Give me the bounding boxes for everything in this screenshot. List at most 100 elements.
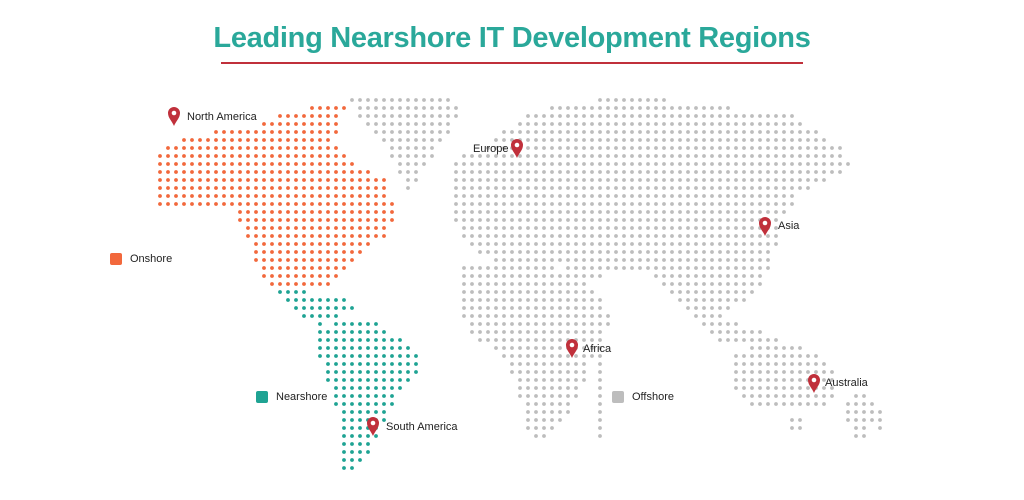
- onshore-dot: [294, 242, 298, 246]
- onshore-dot: [278, 218, 282, 222]
- offshore-dot: [566, 290, 570, 294]
- onshore-dot: [326, 282, 330, 286]
- offshore-dot: [534, 370, 538, 374]
- offshore-dot: [494, 210, 498, 214]
- offshore-dot: [726, 282, 730, 286]
- offshore-dot: [502, 298, 506, 302]
- offshore-dot: [702, 170, 706, 174]
- offshore-dot: [670, 282, 674, 286]
- offshore-dot: [526, 362, 530, 366]
- onshore-dot: [238, 218, 242, 222]
- nearshore-dot: [326, 346, 330, 350]
- offshore-dot: [878, 418, 882, 422]
- offshore-dot: [614, 138, 618, 142]
- offshore-dot: [526, 122, 530, 126]
- offshore-dot: [622, 146, 626, 150]
- offshore-dot: [718, 330, 722, 334]
- offshore-dot: [662, 98, 666, 102]
- offshore-dot: [702, 266, 706, 270]
- nearshore-dot: [334, 298, 338, 302]
- offshore-dot: [550, 138, 554, 142]
- offshore-dot: [558, 370, 562, 374]
- offshore-dot: [478, 314, 482, 318]
- nearshore-dot: [374, 394, 378, 398]
- onshore-dot: [318, 178, 322, 182]
- offshore-dot: [574, 298, 578, 302]
- offshore-dot: [502, 186, 506, 190]
- offshore-dot: [694, 314, 698, 318]
- nearshore-dot: [358, 370, 362, 374]
- offshore-dot: [566, 370, 570, 374]
- offshore-dot: [774, 170, 778, 174]
- offshore-dot: [814, 178, 818, 182]
- offshore-dot: [510, 314, 514, 318]
- offshore-dot: [846, 162, 850, 166]
- offshore-dot: [574, 282, 578, 286]
- offshore-dot: [574, 258, 578, 262]
- onshore-dot: [318, 258, 322, 262]
- offshore-dot: [558, 186, 562, 190]
- offshore-dot: [702, 202, 706, 206]
- offshore-dot: [686, 298, 690, 302]
- offshore-dot: [598, 202, 602, 206]
- offshore-dot: [622, 154, 626, 158]
- onshore-dot: [286, 170, 290, 174]
- onshore-dot: [318, 154, 322, 158]
- nearshore-dot: [358, 330, 362, 334]
- offshore-dot: [502, 234, 506, 238]
- offshore-dot: [494, 242, 498, 246]
- offshore-dot: [454, 194, 458, 198]
- offshore-dot: [422, 122, 426, 126]
- offshore-dot: [622, 266, 626, 270]
- offshore-dot: [694, 306, 698, 310]
- offshore-dot: [710, 186, 714, 190]
- offshore-dot: [414, 130, 418, 134]
- offshore-dot: [726, 234, 730, 238]
- onshore-dot: [318, 114, 322, 118]
- offshore-dot: [686, 234, 690, 238]
- offshore-dot: [750, 274, 754, 278]
- offshore-dot: [710, 250, 714, 254]
- onshore-dot: [254, 178, 258, 182]
- offshore-dot: [734, 290, 738, 294]
- onshore-dot: [390, 218, 394, 222]
- nearshore-dot: [382, 362, 386, 366]
- offshore-dot: [678, 106, 682, 110]
- offshore-dot: [686, 210, 690, 214]
- nearshore-dot: [366, 370, 370, 374]
- offshore-dot: [798, 138, 802, 142]
- offshore-dot: [366, 106, 370, 110]
- offshore-dot: [502, 266, 506, 270]
- offshore-dot: [446, 122, 450, 126]
- nearshore-dot: [334, 314, 338, 318]
- offshore-dot: [710, 114, 714, 118]
- offshore-dot: [638, 130, 642, 134]
- onshore-dot: [270, 130, 274, 134]
- offshore-dot: [678, 122, 682, 126]
- onshore-dot: [278, 170, 282, 174]
- offshore-dot: [582, 202, 586, 206]
- onshore-dot: [254, 146, 258, 150]
- offshore-dot: [806, 394, 810, 398]
- offshore-dot: [630, 114, 634, 118]
- offshore-dot: [582, 154, 586, 158]
- offshore-dot: [822, 138, 826, 142]
- offshore-dot: [646, 250, 650, 254]
- offshore-dot: [718, 170, 722, 174]
- offshore-dot: [774, 122, 778, 126]
- offshore-dot: [542, 194, 546, 198]
- offshore-dot: [750, 162, 754, 166]
- offshore-dot: [574, 234, 578, 238]
- onshore-dot: [174, 194, 178, 198]
- offshore-dot: [678, 154, 682, 158]
- offshore-dot: [598, 178, 602, 182]
- offshore-dot: [494, 274, 498, 278]
- offshore-dot: [686, 162, 690, 166]
- nearshore-dot: [374, 370, 378, 374]
- legend-offshore: Offshore: [612, 391, 674, 403]
- offshore-dot: [758, 154, 762, 158]
- offshore-dot: [734, 226, 738, 230]
- onshore-dot: [190, 170, 194, 174]
- offshore-dot: [470, 242, 474, 246]
- offshore-dot: [534, 410, 538, 414]
